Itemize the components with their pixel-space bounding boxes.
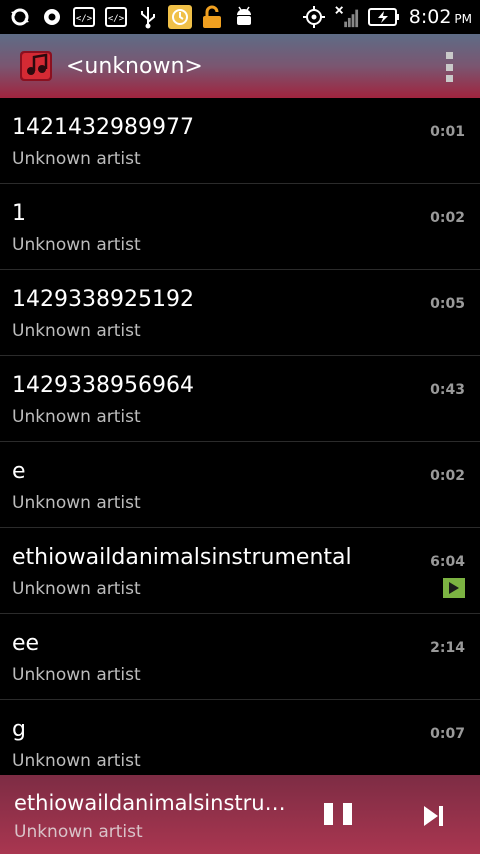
status-bar: </> </> 8:02 PM [0,0,480,34]
list-item[interactable]: ee Unknown artist 2:14 [0,614,480,700]
gps-icon [302,5,326,29]
android-icon [232,5,256,29]
svg-text:</>: </> [76,14,93,24]
track-title: g [12,717,26,742]
now-playing-title: ethiowaildanimalsinstru… [14,791,286,815]
track-title: 1429338925192 [12,287,194,312]
svg-text:</>: </> [108,14,125,24]
clock-ampm: PM [454,12,472,26]
track-title: 1421432989977 [12,115,194,140]
track-list[interactable]: 1421432989977 Unknown artist 0:01 1 Unkn… [0,98,480,775]
clock: 8:02 PM [409,6,472,28]
overflow-menu-icon[interactable] [444,52,454,82]
notification-icons: </> </> [8,5,256,29]
track-duration: 0:02 [430,210,465,226]
track-title: 1429338956964 [12,373,194,398]
now-playing-icon [443,578,465,598]
track-duration: 2:14 [430,640,465,656]
track-duration: 0:01 [430,124,465,140]
no-signal-icon [335,5,359,29]
pause-button[interactable] [324,803,352,829]
pause-icon [343,803,352,825]
track-artist: Unknown artist [12,665,141,685]
track-duration: 6:04 [430,554,465,570]
track-artist: Unknown artist [12,751,141,771]
track-title: e [12,459,26,484]
track-artist: Unknown artist [12,149,141,169]
app-logo-icon[interactable] [18,47,56,85]
system-icons: 8:02 PM [302,5,472,29]
track-artist: Unknown artist [12,235,141,255]
clock-time: 8:02 [408,6,452,28]
list-item[interactable]: 1429338925192 Unknown artist 0:05 [0,270,480,356]
page-title: <unknown> [66,53,203,79]
action-bar: <unknown> [0,34,480,98]
unlock-icon [200,5,224,29]
list-item-now-playing[interactable]: ethiowaildanimalsinstrumental Unknown ar… [0,528,480,614]
next-button[interactable] [420,803,446,829]
now-playing-bar[interactable]: ethiowaildanimalsinstru… Unknown artist [0,775,480,854]
track-artist: Unknown artist [12,407,141,427]
list-item[interactable]: 1 Unknown artist 0:02 [0,184,480,270]
record-icon [40,5,64,29]
list-item[interactable]: 1421432989977 Unknown artist 0:01 [0,98,480,184]
track-title: ethiowaildanimalsinstrumental [12,545,352,570]
track-artist: Unknown artist [12,579,141,599]
sync-icon [8,5,32,29]
skip-next-icon [424,806,443,826]
track-title: 1 [12,201,26,226]
track-duration: 0:02 [430,468,465,484]
list-item[interactable]: g Unknown artist 0:07 [0,700,480,775]
list-item[interactable]: 1429338956964 Unknown artist 0:43 [0,356,480,442]
clock-app-icon [168,5,192,29]
track-duration: 0:05 [430,296,465,312]
usb-icon [136,5,160,29]
code-icon: </> [104,5,128,29]
track-duration: 0:07 [430,726,465,742]
battery-charging-icon [367,5,400,29]
list-item[interactable]: e Unknown artist 0:02 [0,442,480,528]
track-artist: Unknown artist [12,493,141,513]
now-playing-artist: Unknown artist [14,822,143,842]
pause-icon [324,803,333,825]
track-artist: Unknown artist [12,321,141,341]
track-duration: 0:43 [430,382,465,398]
code-icon: </> [72,5,96,29]
track-title: ee [12,631,40,656]
